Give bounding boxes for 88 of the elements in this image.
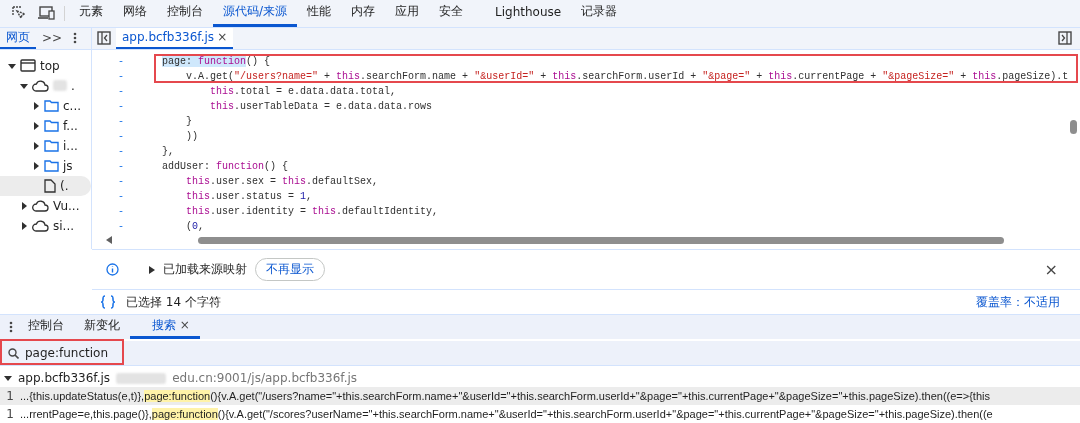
line-number: 1	[5, 407, 15, 421]
caret-right-icon[interactable]	[20, 221, 28, 230]
close-button[interactable]: ×	[1038, 260, 1066, 280]
result-text: ...{this.updateStatus(e,t)},page:function(){v.A.get("/users?name="+this.searchForm.name+"&userId="+this.searchForm.userId+"&page="+this.currentPage+"&pageSize="+this.pageSize).then((e=>{this	[20, 390, 990, 402]
code-line: this.user.sex = this.defaultSex,	[185, 175, 379, 187]
code-line: addUser: function() {	[161, 160, 289, 172]
selection-status: 已选择 14 个字符	[126, 293, 221, 311]
result-text: ...rrentPage=e,this.page()},page:function(){v.A.get("/scores?userName="+this.searchForm.name+"&userId="+this.searchForm.userId+"&page="+this.currentPage+"&pageSize="+this.pageSize).then((e	[20, 408, 993, 420]
tree-label[interactable]: top	[40, 58, 60, 73]
braces-icon[interactable]	[100, 295, 116, 310]
more-tabs-button[interactable]: >>	[36, 27, 69, 49]
code-line: this.user.status = 1,	[185, 190, 313, 202]
code-line: v.A.get("/users?name=" + this.searchForm.name + "&userId=" + this.searchForm.userId + "&page=" + this.currentPage + "&pageSize=" + this.pageSize).t	[185, 70, 1069, 82]
panel-tab[interactable]: 控制台	[157, 0, 213, 27]
horizontal-scrollbar[interactable]	[198, 236, 1004, 244]
file-icon	[44, 178, 56, 193]
cloud-icon	[32, 219, 49, 232]
folder-icon	[44, 139, 59, 152]
code-line: this.user.identity = this.defaultIdentity,	[185, 205, 439, 217]
line-marker: -	[117, 205, 125, 217]
line-marker: -	[117, 130, 125, 142]
search-field[interactable]: page:function	[0, 343, 123, 364]
search-icon	[8, 347, 19, 359]
cloud-icon	[32, 199, 49, 212]
line-marker: -	[117, 100, 125, 112]
blurred-url-part	[116, 372, 167, 384]
tree-label[interactable]: c...	[63, 98, 82, 113]
panel-tab[interactable]: 记录器	[571, 0, 628, 27]
tree-label[interactable]: si...	[53, 218, 75, 233]
file-tab[interactable]: app.bcfb336f.js ×	[116, 27, 234, 49]
panel-tab[interactable]: Lighthouse	[485, 0, 572, 27]
coverage-status: 覆盖率：不适用	[976, 293, 1061, 311]
panel-tab[interactable]: 应用	[385, 0, 430, 27]
line-marker: -	[117, 55, 125, 67]
expand-caret-icon[interactable]	[149, 265, 155, 274]
caret-right-icon[interactable]	[32, 121, 40, 130]
navigator-tab[interactable]: 网页	[0, 27, 36, 49]
line-marker: -	[117, 85, 125, 97]
line-marker: -	[117, 160, 125, 172]
search-result[interactable]: 1 ...{this.updateStatus(e,t)},page:function(){v.A.get("/users?name="+this.searchForm.name+"&userId="+this.searchForm.userId+"&page="+this.currentPage+"&pageSize="+this.pageSize).then((e=>{this	[0, 387, 1080, 405]
window-icon	[20, 59, 36, 73]
code-line: }	[185, 115, 193, 127]
line-marker: -	[117, 175, 125, 187]
line-marker: -	[117, 220, 125, 232]
caret-right-icon[interactable]	[32, 161, 40, 170]
panel-tab[interactable]: 内存	[341, 0, 386, 27]
info-icon	[106, 263, 119, 277]
code-line: this.userTableData = e.data.data.rows	[209, 100, 433, 112]
tree-item-selected[interactable]: (.	[0, 175, 91, 196]
folder-icon	[44, 99, 59, 112]
tree-label[interactable]: (.	[60, 178, 69, 193]
dont-show-again-button[interactable]: 不再显示	[255, 258, 325, 282]
drawer-tab[interactable]: 新变化	[74, 315, 130, 340]
tree-label[interactable]: .	[71, 78, 75, 93]
code-line: (0,	[185, 220, 205, 232]
folder-icon	[44, 119, 59, 132]
tree-label[interactable]: js	[63, 158, 73, 173]
tree-label[interactable]: i...	[63, 138, 78, 153]
source-map-message: 已加载来源映射	[163, 261, 247, 279]
folder-icon	[44, 159, 59, 172]
panel-tab[interactable]: 元素	[69, 0, 113, 27]
caret-down-icon[interactable]	[20, 81, 28, 90]
line-marker: -	[117, 145, 125, 157]
line-marker: -	[117, 70, 125, 82]
search-result[interactable]: 1 ...rrentPage=e,this.page()},page:function(){v.A.get("/scores?userName="+this.searchForm.name+"&userId="+this.searchForm.userId+"&page="+this.currentPage+"&pageSize="+this.pageSize).then((e	[0, 405, 1080, 423]
line-marker: -	[117, 190, 125, 202]
code-line: ))	[185, 130, 199, 142]
result-file-url: edu.cn:9001/js/app.bcfb336f.js	[172, 371, 358, 385]
code-line: page: function() {	[161, 55, 271, 67]
caret-down-icon[interactable]	[8, 61, 16, 70]
line-marker: -	[117, 115, 125, 127]
result-file-name[interactable]: app.bcfb336f.js	[18, 371, 111, 385]
scroll-left-icon[interactable]	[106, 236, 112, 245]
vertical-scrollbar[interactable]	[1070, 119, 1077, 134]
tree-label[interactable]: f...	[63, 118, 78, 133]
line-number: 1	[5, 389, 15, 403]
panel-tab[interactable]: 安全	[429, 0, 474, 27]
drawer-tab[interactable]: 控制台	[18, 315, 74, 340]
caret-right-icon[interactable]	[32, 101, 40, 110]
panel-tab[interactable]: 网络	[113, 0, 157, 27]
caret-right-icon[interactable]	[32, 141, 40, 150]
code-line: this.total = e.data.data.total,	[209, 85, 397, 97]
caret-down-icon[interactable]	[4, 374, 12, 382]
panel-tab[interactable]: 性能	[297, 0, 342, 27]
tree-label[interactable]: Vu...	[53, 198, 80, 213]
cloud-icon	[32, 79, 49, 92]
caret-right-icon[interactable]	[20, 201, 28, 210]
code-line: },	[161, 145, 175, 157]
